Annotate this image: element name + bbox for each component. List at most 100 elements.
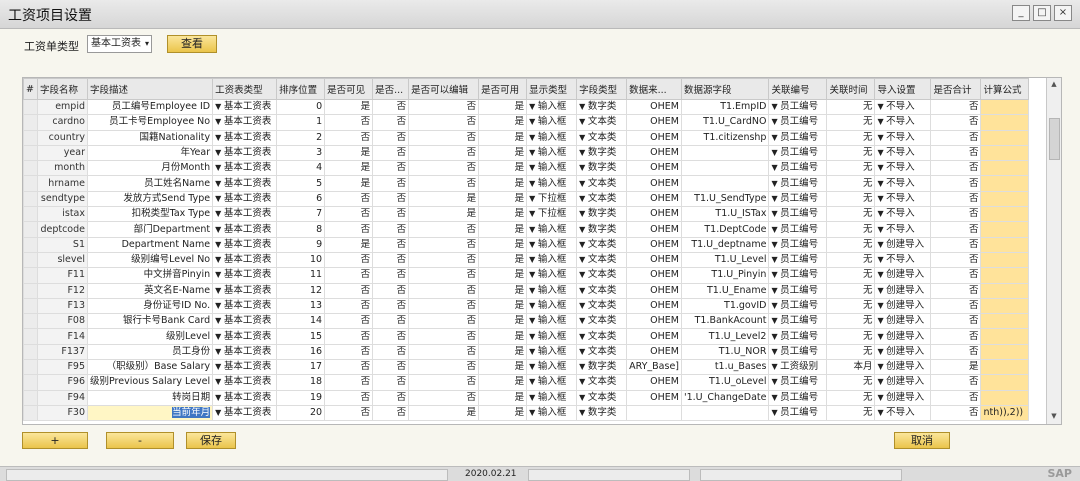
field-type-cell[interactable]: ▼ 文本类	[576, 282, 628, 299]
option-cell[interactable]: 否	[372, 313, 410, 330]
field-type-cell[interactable]: ▼ 文本类	[576, 328, 628, 345]
dropdown-arrow-icon[interactable]: ▼	[579, 117, 588, 126]
sheet-type-cell[interactable]: ▼ 基本工资表	[212, 221, 278, 238]
field-type-cell[interactable]: ▼ 文本类	[576, 297, 628, 315]
link-number-cell[interactable]: ▼ 员工编号	[768, 98, 828, 116]
source-field-cell[interactable]	[680, 175, 770, 192]
editable-cell[interactable]: 否	[408, 236, 480, 253]
table-row[interactable]: year 年Year ▼ 基本工资表 3 是否否是 ▼ 输入框 ▼ 数字类 OHEM ▼ 员工编…	[23, 144, 1030, 162]
formula-cell[interactable]	[980, 251, 1030, 269]
display-type-cell[interactable]: ▼ 输入框	[526, 389, 578, 406]
display-type-cell[interactable]: ▼ 输入框	[526, 221, 578, 238]
link-time-cell[interactable]: 无	[826, 251, 876, 269]
visible-cell[interactable]: 否	[324, 251, 374, 269]
is-sum-cell[interactable]: 否	[930, 236, 982, 253]
field-description-cell[interactable]: 扣税类型Tax Type	[86, 206, 214, 223]
dropdown-arrow-icon[interactable]: ▼	[771, 301, 780, 310]
option-cell[interactable]: 否	[372, 374, 410, 391]
column-header[interactable]: 关联时间	[826, 78, 876, 100]
field-type-cell[interactable]: ▼ 数字类	[576, 221, 628, 238]
dropdown-arrow-icon[interactable]: ▼	[579, 179, 588, 188]
data-source-cell[interactable]: OHEM	[626, 175, 682, 192]
data-source-cell[interactable]: OHEM	[626, 297, 682, 315]
formula-cell[interactable]	[980, 297, 1030, 315]
option-cell[interactable]: 否	[372, 343, 410, 361]
link-number-cell[interactable]: ▼ 员工编号	[768, 267, 828, 284]
minimize-button[interactable]: _	[1012, 5, 1030, 21]
dropdown-arrow-icon[interactable]: ▼	[579, 332, 588, 341]
option-cell[interactable]: 否	[372, 236, 410, 253]
table-row[interactable]: istax 扣税类型Tax Type ▼ 基本工资表 7 否否是是 ▼ 下拉框 ▼ 数字类 O…	[23, 206, 1030, 223]
field-description-cell[interactable]: 级别Level	[86, 328, 214, 345]
field-name-cell[interactable]: F96	[37, 374, 88, 391]
option-cell[interactable]: 否	[372, 190, 410, 208]
import-setting-cell[interactable]: ▼ 创建导入	[874, 297, 932, 315]
dropdown-arrow-icon[interactable]: ▼	[529, 270, 538, 279]
field-description-cell[interactable]: （职级别）Base Salary	[86, 359, 214, 376]
dropdown-arrow-icon[interactable]: ▼	[215, 209, 224, 218]
field-description-cell[interactable]: 身份证号ID No.	[86, 297, 214, 315]
field-type-cell[interactable]: ▼ 文本类	[576, 114, 628, 131]
dropdown-arrow-icon[interactable]: ▼	[529, 240, 538, 249]
is-sum-cell[interactable]: 否	[930, 160, 982, 177]
dropdown-arrow-icon[interactable]: ▼	[579, 240, 588, 249]
table-row[interactable]: F12 英文名E-Name ▼ 基本工资表 12 否否否是 ▼ 输入框 ▼ 文本类 OHEM T…	[23, 282, 1030, 299]
dropdown-arrow-icon[interactable]: ▼	[771, 270, 780, 279]
visible-cell[interactable]: 否	[324, 129, 374, 146]
field-description-cell[interactable]: 员工姓名Name	[86, 175, 214, 192]
dropdown-arrow-icon[interactable]: ▼	[529, 179, 538, 188]
link-time-cell[interactable]: 无	[826, 404, 876, 422]
dropdown-arrow-icon[interactable]: ▼	[877, 148, 886, 157]
is-sum-cell[interactable]: 否	[930, 343, 982, 361]
usable-cell[interactable]: 是	[478, 343, 528, 361]
visible-cell[interactable]: 否	[324, 404, 374, 422]
field-name-cell[interactable]: F95	[37, 359, 88, 376]
import-setting-cell[interactable]: ▼ 创建导入	[874, 359, 932, 376]
column-header[interactable]: 显示类型	[526, 78, 578, 100]
field-description-cell[interactable]: Department Name	[86, 236, 214, 253]
display-type-cell[interactable]: ▼ 输入框	[526, 267, 578, 284]
field-description-cell[interactable]: 国籍Nationality	[86, 129, 214, 146]
visible-cell[interactable]: 是	[324, 144, 374, 162]
dropdown-arrow-icon[interactable]: ▼	[771, 255, 780, 264]
dropdown-arrow-icon[interactable]: ▼	[529, 133, 538, 142]
link-number-cell[interactable]: ▼ 员工编号	[768, 297, 828, 315]
dropdown-arrow-icon[interactable]: ▼	[877, 316, 886, 325]
table-row[interactable]: month 月份Month ▼ 基本工资表 4 是否否是 ▼ 输入框 ▼ 数字类 OHEM ▼ …	[23, 160, 1030, 177]
field-description-cell[interactable]: 级别编号Level No	[86, 251, 214, 269]
is-sum-cell[interactable]: 否	[930, 221, 982, 238]
formula-cell[interactable]	[980, 374, 1030, 391]
dropdown-arrow-icon[interactable]: ▼	[771, 347, 780, 356]
data-source-cell[interactable]: OHEM	[626, 389, 682, 406]
link-time-cell[interactable]: 无	[826, 267, 876, 284]
dropdown-arrow-icon[interactable]: ▼	[529, 209, 538, 218]
field-name-cell[interactable]: F08	[37, 313, 88, 330]
sheet-type-cell[interactable]: ▼ 基本工资表	[212, 251, 278, 269]
option-cell[interactable]: 否	[372, 160, 410, 177]
editable-cell[interactable]: 否	[408, 98, 480, 116]
link-number-cell[interactable]: ▼ 员工编号	[768, 343, 828, 361]
field-description-cell[interactable]: 员工身份	[86, 343, 214, 361]
dropdown-arrow-icon[interactable]: ▼	[215, 316, 224, 325]
field-name-cell[interactable]: slevel	[37, 251, 88, 269]
field-name-cell[interactable]: cardno	[37, 114, 88, 131]
sheet-type-cell[interactable]: ▼ 基本工资表	[212, 129, 278, 146]
data-source-cell[interactable]: OHEM	[626, 343, 682, 361]
vertical-scrollbar[interactable]: ▲ ▼	[1046, 78, 1061, 424]
source-field-cell[interactable]: T1.govID	[680, 297, 770, 315]
dropdown-arrow-icon[interactable]: ▼	[579, 286, 588, 295]
usable-cell[interactable]: 是	[478, 206, 528, 223]
dropdown-arrow-icon[interactable]: ▼	[877, 408, 886, 417]
source-field-cell[interactable]: T1.U_oLevel	[680, 374, 770, 391]
dropdown-arrow-icon[interactable]: ▼	[877, 240, 886, 249]
dropdown-arrow-icon[interactable]: ▼	[529, 163, 538, 172]
editable-cell[interactable]: 否	[408, 343, 480, 361]
display-type-cell[interactable]: ▼ 输入框	[526, 114, 578, 131]
is-sum-cell[interactable]: 是	[930, 359, 982, 376]
link-time-cell[interactable]: 无	[826, 343, 876, 361]
sheet-type-cell[interactable]: ▼ 基本工资表	[212, 160, 278, 177]
is-sum-cell[interactable]: 否	[930, 267, 982, 284]
formula-cell[interactable]	[980, 282, 1030, 299]
link-number-cell[interactable]: ▼ 员工编号	[768, 114, 828, 131]
column-header[interactable]: 是否可以编辑	[408, 78, 480, 100]
